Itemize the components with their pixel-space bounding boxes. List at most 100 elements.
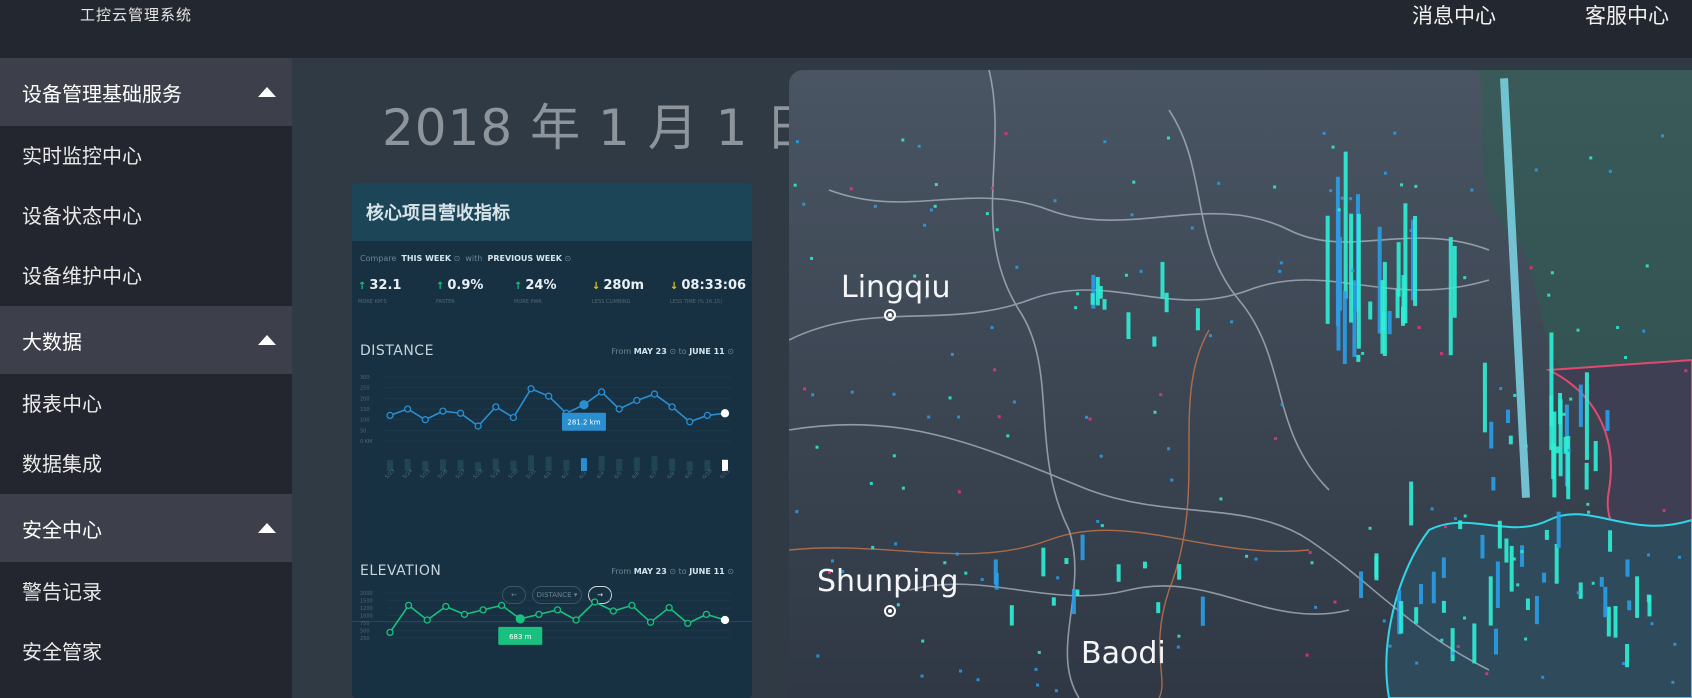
map-data-bar (1382, 261, 1387, 357)
x-tick-label: 5/27 (455, 468, 467, 480)
x-tick-label: 6/3 (578, 470, 588, 480)
to-date: JUNE 11 (689, 567, 725, 576)
map-data-point (1485, 672, 1489, 676)
map-data-bar (1625, 643, 1630, 668)
support-link[interactable]: 客服中心 (1585, 0, 1669, 30)
map-data-bar (1071, 588, 1076, 615)
map-data-bar (1608, 530, 1613, 552)
data-point (442, 602, 450, 611)
map-data-point (1451, 651, 1455, 655)
map-data-point (1305, 653, 1309, 657)
map-data-bar (1041, 547, 1046, 577)
map-data-bar (1495, 561, 1500, 609)
map-data-point (1576, 591, 1580, 595)
x-tick-label: 6/7 (649, 470, 659, 480)
map-data-point (1414, 184, 1418, 188)
map-data-point (1331, 145, 1335, 149)
sidebar-group-big-data[interactable]: 大数据 (0, 306, 292, 374)
sidebar-item-realtime-monitoring[interactable]: 实时监控中心 (0, 126, 292, 186)
map-data-point (1088, 417, 1092, 421)
data-point (591, 598, 599, 606)
map-data-bar (1325, 215, 1330, 324)
data-point (421, 416, 429, 424)
data-point (498, 601, 506, 610)
x-tick-label: 6/6 (631, 470, 641, 480)
map-data-point (795, 140, 799, 144)
map-data-bar (1603, 586, 1608, 618)
map-data-bar (1399, 601, 1404, 634)
map-data-point (1677, 555, 1681, 559)
stats-row: ↑ 32.1 MORE KM'S ↑ 0.9% FASTER ↑ 24% MORE P… (358, 278, 748, 305)
location-pin-icon (884, 605, 896, 617)
y-tick-label: 50 (360, 428, 366, 434)
map-data-point (980, 577, 984, 581)
x-tick-label: 6/2 (560, 470, 570, 480)
map-data-bar (1505, 409, 1510, 423)
map-data-bar (1566, 436, 1571, 500)
data-point (386, 628, 394, 637)
map-data-point (1053, 199, 1057, 203)
messages-link[interactable]: 消息中心 (1412, 0, 1496, 30)
compare-previous-select[interactable]: PREVIOUS WEEK (487, 254, 561, 263)
sidebar-item-alert-records[interactable]: 警告记录 (0, 562, 292, 622)
map-data-point (892, 454, 896, 458)
map-data-bar (1606, 606, 1611, 637)
from-date: MAY 23 (633, 347, 667, 356)
map-data-point (993, 368, 997, 372)
sidebar-group-label: 大数据 (22, 329, 82, 354)
map-data-point (1034, 667, 1038, 671)
x-tick-label: 5/23 (384, 468, 396, 480)
map-data-point (1513, 393, 1517, 397)
x-tick-label: 5/25 (419, 468, 431, 480)
map-data-point (795, 510, 799, 514)
main-content: 2018 年 1 月 1 日 核心项目营收指标 Compare THIS WEE… (292, 58, 1692, 698)
caret-up-icon (258, 523, 276, 533)
sidebar-item-device-maintenance[interactable]: 设备维护中心 (0, 246, 292, 306)
data-point (474, 422, 482, 430)
x-tick-label: 6/5 (613, 470, 623, 480)
y-tick-label: 300 (360, 375, 370, 381)
map-data-point (1383, 171, 1387, 175)
data-point (720, 615, 730, 625)
map-data-point (803, 387, 807, 391)
map-data-bar (1509, 545, 1514, 592)
data-point (633, 396, 641, 405)
sidebar-item-data-integration[interactable]: 数据集成 (0, 434, 292, 494)
distance-date-range[interactable]: From MAY 23 ⊙ to JUNE 11 ⊙ (611, 347, 734, 356)
map-data-bar (1374, 556, 1379, 578)
elevation-date-range[interactable]: From MAY 23 ⊙ to JUNE 11 ⊙ (611, 567, 734, 576)
sidebar-group-security[interactable]: 安全中心 (0, 494, 292, 562)
x-tick-label: 6/11 (719, 468, 731, 480)
data-point (702, 610, 711, 619)
y-tick-label: 250 (360, 636, 370, 642)
map-data-point (1273, 185, 1277, 189)
map-data-bar (1080, 534, 1085, 561)
sidebar-group-device-services[interactable]: 设备管理基础服务 (0, 58, 292, 126)
map-view[interactable]: Lingqiu Shunping Baodi (789, 70, 1692, 698)
map-data-bar (1627, 600, 1632, 611)
map-data-bar (1584, 372, 1589, 460)
map-data-bar (1419, 583, 1424, 605)
map-data-point (1177, 634, 1181, 638)
map-data-bar (1448, 237, 1453, 356)
map-data-point (933, 204, 937, 208)
map-data-point (1159, 393, 1163, 397)
map-data-point (1280, 403, 1284, 407)
map-data-point (1274, 437, 1278, 441)
map-data-bar (1549, 332, 1554, 427)
data-point (527, 385, 535, 393)
map-data-point (869, 481, 873, 485)
map-data-bar (1504, 538, 1509, 563)
data-point (492, 403, 500, 411)
map-data-point (950, 352, 954, 356)
map-data-point (810, 256, 814, 260)
map-data-bar (1356, 354, 1361, 362)
sidebar-item-security-manager[interactable]: 安全管家 (0, 622, 292, 682)
data-point (579, 400, 589, 410)
compare-current-select[interactable]: THIS WEEK (401, 254, 451, 263)
map-data-point (964, 571, 968, 575)
map-data-point (1587, 510, 1591, 514)
sidebar-item-reports[interactable]: 报表中心 (0, 374, 292, 434)
map-data-bar (1554, 543, 1559, 584)
sidebar-item-device-status[interactable]: 设备状态中心 (0, 186, 292, 246)
